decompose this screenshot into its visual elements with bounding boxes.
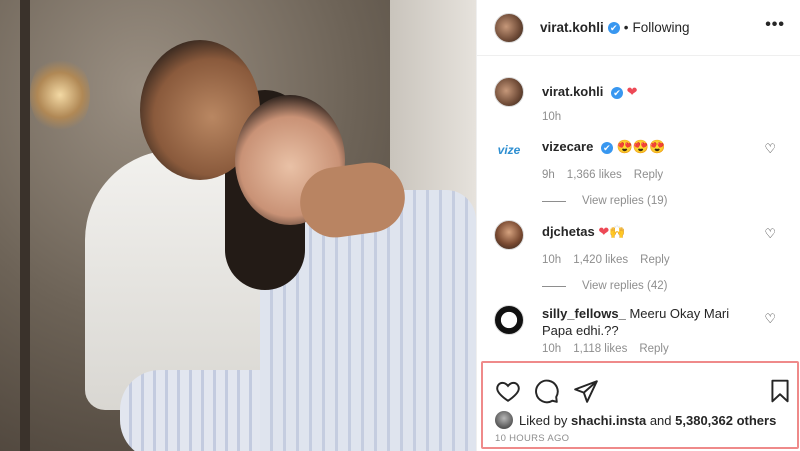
liked-by-others[interactable]: 5,380,362 others [675,413,776,428]
share-icon[interactable] [573,378,599,404]
likes-summary[interactable]: Liked by shachi.insta and 5,380,362 othe… [495,411,776,429]
action-bar [495,378,791,404]
view-replies-label[interactable]: View replies (42) [582,280,667,292]
replies-dash [542,200,566,202]
liked-by-prefix: Liked by [519,412,568,428]
comment-time: 9h [542,169,555,181]
post-actions-highlight: Liked by shachi.insta and 5,380,362 othe… [481,361,799,449]
reply-button[interactable]: Reply [640,254,669,266]
avatar[interactable] [494,220,524,250]
view-replies-label[interactable]: View replies (19) [582,195,667,207]
list-item: djchetas ❤🙌 ♡ 10h 1,420 likes Reply View… [494,220,790,292]
heart-icon[interactable] [495,378,521,404]
avatar[interactable]: vize [494,135,524,165]
follow-separator: • [623,20,629,35]
liked-by-joiner: and [649,412,672,428]
post-timestamp[interactable]: 10 HOURS AGO [495,433,569,444]
following-button[interactable]: Following [633,20,690,35]
comment-text: ❤🙌 [598,224,626,239]
reply-button[interactable]: Reply [639,343,668,355]
verified-icon: ✔ [607,21,620,34]
replies-dash [542,285,566,287]
bookmark-icon[interactable] [767,378,793,404]
avatar[interactable] [494,12,524,43]
comment-username[interactable]: djchetas [542,224,595,239]
header-username[interactable]: virat.kohli [540,20,604,35]
post-header: virat.kohli ✔ • Following ••• [477,0,800,56]
avatar[interactable] [495,411,513,429]
comments-list[interactable]: virat.kohli ✔ ❤ 10h vize vizecare ✔ 😍😍😍 … [477,57,800,361]
reply-button[interactable]: Reply [634,169,663,181]
list-item: vize vizecare ✔ 😍😍😍 ♡ 9h 1,366 likes Rep… [494,135,790,207]
comment-time: 10h [542,343,562,355]
photo-chandelier [30,55,90,135]
more-options-icon[interactable]: ••• [765,16,785,34]
post-photo[interactable] [0,0,476,451]
comment-likes[interactable]: 1,420 likes [573,254,628,266]
list-item: silly_fellows_ Meeru Okay Mari Papa edhi… [494,305,790,355]
comment-like-heart-icon[interactable]: ♡ [764,311,776,327]
comment-like-heart-icon[interactable]: ♡ [764,226,776,242]
comment-username[interactable]: vizecare [542,139,593,154]
comment-text: 😍😍😍 [616,139,666,154]
comment-username[interactable]: silly_fellows_ [542,306,626,321]
comment-like-heart-icon[interactable]: ♡ [764,141,776,157]
avatar[interactable] [494,305,524,335]
comment-time: 10h [542,111,562,123]
vize-logo-text: vize [497,143,521,157]
verified-icon: ✔ [611,86,624,99]
view-replies-button[interactable]: View replies (42) [542,280,790,292]
liked-by-user[interactable]: shachi.insta [571,413,646,428]
comment-icon[interactable] [534,378,560,404]
caption: virat.kohli ✔ ❤ 10h [494,77,790,123]
comment-likes[interactable]: 1,118 likes [573,343,627,355]
view-replies-button[interactable]: View replies (19) [542,195,790,207]
comment-username[interactable]: virat.kohli [542,84,603,99]
avatar[interactable] [494,77,524,107]
comment-time: 10h [542,254,562,266]
photo-door-frame [20,0,30,451]
caption-heart-emoji: ❤ [626,84,638,99]
verified-icon: ✔ [600,141,613,154]
post-sidebar: virat.kohli ✔ • Following ••• virat.kohl… [476,0,800,451]
comment-likes[interactable]: 1,366 likes [567,169,622,181]
